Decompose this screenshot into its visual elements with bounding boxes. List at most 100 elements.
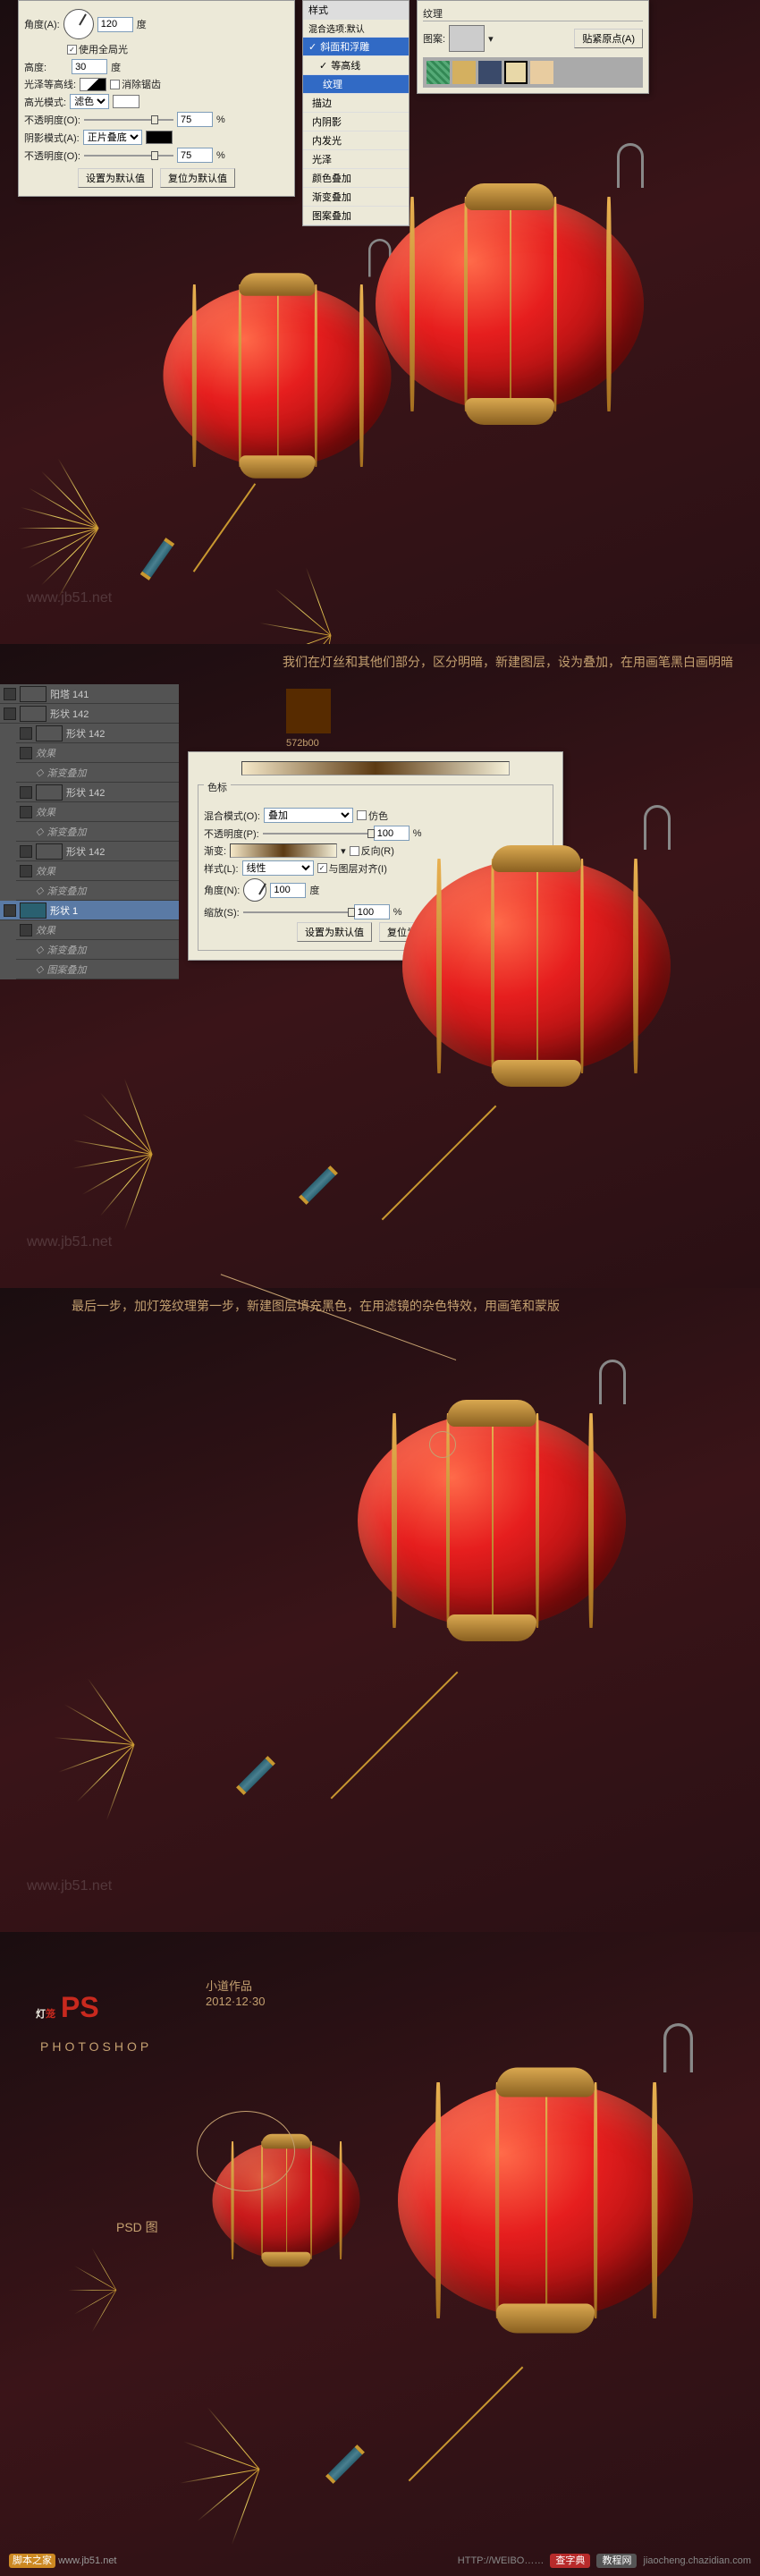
gloss-label: 光泽等高线: bbox=[24, 77, 76, 91]
global-light-label: 使用全局光 bbox=[79, 42, 128, 56]
align-checkbox[interactable]: ✓ bbox=[317, 863, 327, 873]
watermark: www.jb51.net bbox=[27, 590, 112, 606]
tassel-spray bbox=[54, 1664, 215, 1825]
layer-row[interactable]: 阳塔 141 bbox=[0, 684, 179, 704]
set-default-button[interactable]: 设置为默认值 bbox=[297, 922, 372, 942]
layer-row[interactable]: 形状 142 bbox=[16, 724, 179, 743]
altitude-input[interactable] bbox=[72, 59, 107, 74]
eye-icon[interactable] bbox=[20, 727, 32, 740]
lantern-right bbox=[358, 179, 662, 429]
eye-icon[interactable] bbox=[20, 924, 32, 936]
layer-row[interactable]: 形状 142 bbox=[0, 704, 179, 724]
gradient-bar[interactable] bbox=[241, 761, 510, 775]
tassel-line bbox=[409, 2367, 524, 2482]
fx-item-stroke[interactable]: 描边 bbox=[303, 94, 409, 113]
layer-row[interactable]: 效果 bbox=[16, 861, 179, 881]
hook-icon bbox=[663, 2023, 693, 2072]
fx-item-contour[interactable]: ✓等高线 bbox=[303, 56, 409, 75]
style-select[interactable]: 线性 bbox=[242, 860, 314, 876]
shadow-mode-select[interactable]: 正片叠底 bbox=[83, 130, 142, 145]
fx-title: 样式 bbox=[308, 3, 328, 17]
fx-item-innershadow[interactable]: 内阴影 bbox=[303, 113, 409, 131]
layer-row[interactable]: ◇渐变叠加 bbox=[16, 940, 179, 960]
set-default-button[interactable]: 设置为默认值 bbox=[78, 168, 153, 188]
blend-mode-label: 混合模式(O): bbox=[204, 809, 260, 823]
opacity-slider[interactable] bbox=[263, 827, 370, 840]
eye-icon[interactable] bbox=[4, 904, 16, 917]
note-text: 我们在灯丝和其他们部分，区分明暗，新建图层，设为叠加，在用画笔黑白画明暗 bbox=[283, 653, 733, 671]
layer-row[interactable]: 效果 bbox=[16, 920, 179, 940]
opacity2-input[interactable] bbox=[177, 148, 213, 163]
fx-item-satin[interactable]: 光泽 bbox=[303, 150, 409, 169]
angle-label: 角度(N): bbox=[204, 883, 240, 897]
angle-input[interactable] bbox=[97, 17, 133, 32]
reverse-checkbox[interactable] bbox=[350, 846, 359, 856]
hl-mode-select[interactable]: 滤色 bbox=[70, 94, 109, 109]
anti-alias-label: 消除锯齿 bbox=[122, 77, 161, 91]
shadow-color-swatch[interactable] bbox=[146, 131, 173, 144]
zoom-slider[interactable] bbox=[243, 906, 350, 919]
opacity2-slider[interactable] bbox=[84, 149, 173, 162]
angle-dial[interactable] bbox=[63, 9, 94, 39]
pattern-picker[interactable] bbox=[449, 25, 485, 52]
global-light-checkbox[interactable]: ✓ bbox=[67, 45, 77, 55]
layer-row[interactable]: 效果 bbox=[16, 802, 179, 822]
blend-mode-select[interactable]: 叠加 bbox=[264, 808, 353, 823]
layer-row[interactable]: 效果 bbox=[16, 743, 179, 763]
angle-dial[interactable] bbox=[243, 878, 266, 902]
pattern-grid[interactable] bbox=[423, 57, 643, 88]
eye-icon[interactable] bbox=[4, 708, 16, 720]
shadow-mode-label: 阴影模式(A): bbox=[24, 131, 80, 145]
footer-link[interactable]: 教程网 bbox=[596, 2554, 637, 2568]
angle-input[interactable] bbox=[270, 883, 306, 898]
pattern-title: 纹理 bbox=[423, 6, 643, 21]
group-label: 色标 bbox=[204, 780, 231, 794]
angle-unit: 度 bbox=[137, 17, 147, 31]
opacity-label: 不透明度(P): bbox=[204, 826, 259, 841]
opacity1-input[interactable] bbox=[177, 112, 213, 127]
tassel-line bbox=[331, 1672, 459, 1800]
fx-item-texture[interactable]: 纹理 bbox=[303, 75, 409, 94]
lantern-final bbox=[340, 1395, 644, 1646]
layer-row[interactable]: 形状 142 bbox=[16, 783, 179, 802]
eye-icon[interactable] bbox=[20, 786, 32, 799]
dither-checkbox[interactable] bbox=[357, 810, 367, 820]
tassel-line bbox=[382, 1106, 497, 1221]
layer-row[interactable]: ◇图案叠加 bbox=[16, 960, 179, 979]
eye-icon[interactable] bbox=[20, 806, 32, 818]
altitude-unit: 度 bbox=[111, 60, 121, 74]
author-text: 小道作品 bbox=[206, 1977, 252, 1994]
app-text: PHOTOSHOP bbox=[40, 2039, 152, 2054]
opacity2-label: 不透明度(O): bbox=[24, 148, 80, 163]
layer-row[interactable]: ◇渐变叠加 bbox=[16, 822, 179, 842]
style-label: 样式(L): bbox=[204, 861, 239, 876]
hl-color-swatch[interactable] bbox=[113, 95, 139, 108]
opacity1-slider[interactable] bbox=[84, 114, 173, 126]
snap-button[interactable]: 贴紧原点(A) bbox=[574, 29, 643, 48]
eye-icon[interactable] bbox=[4, 688, 16, 700]
reset-default-button[interactable]: 复位为默认值 bbox=[160, 168, 235, 188]
callout-circle bbox=[429, 1431, 456, 1458]
tassel-spray bbox=[72, 1073, 232, 1234]
lantern-big bbox=[378, 2063, 713, 2338]
tassel-spray bbox=[179, 2388, 340, 2549]
gradient-picker[interactable] bbox=[230, 843, 337, 858]
eye-icon[interactable] bbox=[20, 747, 32, 759]
pattern-label: 图案: bbox=[423, 31, 445, 46]
fx-item-innerglow[interactable]: 内发光 bbox=[303, 131, 409, 150]
footer-link[interactable]: 查字典 bbox=[550, 2554, 590, 2568]
tassel-tube bbox=[236, 1756, 275, 1795]
color-code: 572b00 bbox=[286, 738, 319, 749]
layer-row-selected[interactable]: 形状 1 bbox=[0, 901, 179, 920]
layer-row[interactable]: ◇渐变叠加 bbox=[16, 881, 179, 901]
color-swatch bbox=[286, 689, 331, 733]
contour-picker[interactable] bbox=[80, 78, 106, 91]
fx-item-bevel[interactable]: ✓斜面和浮雕 bbox=[303, 38, 409, 56]
anti-alias-checkbox[interactable] bbox=[110, 80, 120, 89]
eye-icon[interactable] bbox=[20, 865, 32, 877]
opacity-input[interactable] bbox=[374, 826, 410, 841]
eye-icon[interactable] bbox=[20, 845, 32, 858]
layer-row[interactable]: 形状 142 bbox=[16, 842, 179, 861]
opacity1-label: 不透明度(O): bbox=[24, 113, 80, 127]
layer-row[interactable]: ◇渐变叠加 bbox=[16, 763, 179, 783]
